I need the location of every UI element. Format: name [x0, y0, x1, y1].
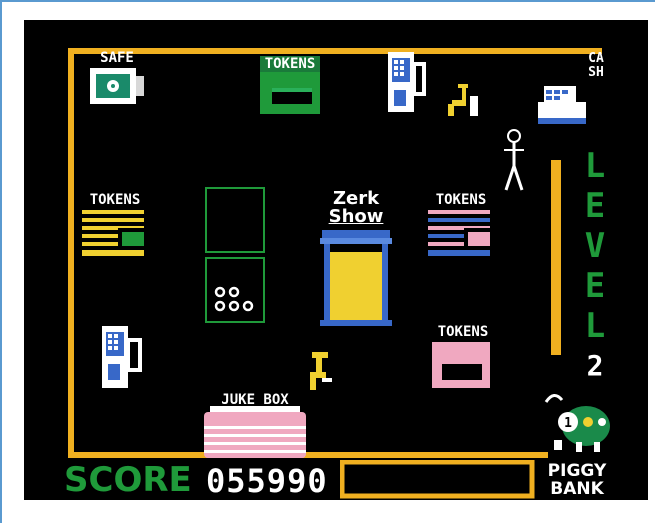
- zerk-show-stage[interactable]: Zerk Show: [316, 190, 396, 330]
- zerk-stage-icon: [320, 230, 392, 326]
- piggy-line2: BANK: [550, 479, 604, 499]
- tokens-lower-right-label: TOKENS: [437, 324, 489, 340]
- jukebox-station[interactable]: JUKE BOX: [200, 392, 320, 464]
- tokens-dispenser-icon: [82, 210, 144, 256]
- safe-station[interactable]: SAFE: [82, 50, 152, 110]
- cash-label: CASH: [588, 51, 604, 80]
- level-indicator: L E V E L 2: [580, 146, 620, 386]
- tokens-top-label: TOKENS: [260, 56, 320, 72]
- screenshot-frame: SAFE TOKENS CASH L E V E L 2 TOKENS Zerk…: [0, 0, 655, 523]
- payphone-icon[interactable]: [98, 324, 154, 394]
- tokens-dispenser-icon: [428, 210, 490, 256]
- score-value: 055990: [206, 462, 328, 500]
- tokens-dispenser-icon: [432, 342, 490, 388]
- piggy-line1: PIGGY: [547, 461, 607, 481]
- score-label: SCORE: [64, 460, 192, 500]
- payphone-icon[interactable]: [384, 50, 434, 120]
- level-letter: L: [584, 146, 606, 186]
- cash-register-station[interactable]: CASH: [534, 52, 604, 132]
- zerk-show-line2: Show: [328, 206, 384, 227]
- fountain-icon[interactable]: [444, 80, 484, 120]
- level-letter: V: [584, 226, 606, 266]
- game-screen: SAFE TOKENS CASH L E V E L 2 TOKENS Zerk…: [24, 20, 648, 500]
- piggy-bank-icon[interactable]: 1: [540, 386, 616, 456]
- jukebox-icon: [204, 406, 306, 458]
- level-letter: E: [584, 186, 606, 226]
- level-number: 2: [586, 349, 604, 382]
- fountain-icon[interactable]: [306, 350, 336, 394]
- tokens-machine-left[interactable]: TOKENS: [82, 192, 152, 262]
- progress-box: [340, 460, 535, 499]
- cash-register-icon: [538, 86, 586, 124]
- player-stick-figure[interactable]: [502, 128, 526, 192]
- tokens-left-label: TOKENS: [89, 192, 141, 208]
- level-letter: L: [584, 306, 606, 346]
- tokens-machine-top[interactable]: TOKENS: [254, 50, 334, 120]
- double-door[interactable]: [204, 186, 270, 330]
- piggy-coin-value: 1: [564, 416, 572, 431]
- piggy-bank-label: PIGGY BANK: [542, 462, 612, 498]
- safe-icon: [90, 68, 144, 104]
- tokens-machine-lower-right[interactable]: TOKENS: [432, 324, 502, 394]
- level-letter: E: [584, 266, 606, 306]
- tokens-dispenser-icon: [260, 72, 320, 114]
- tokens-right-label: TOKENS: [435, 192, 487, 208]
- tokens-machine-right[interactable]: TOKENS: [428, 192, 498, 262]
